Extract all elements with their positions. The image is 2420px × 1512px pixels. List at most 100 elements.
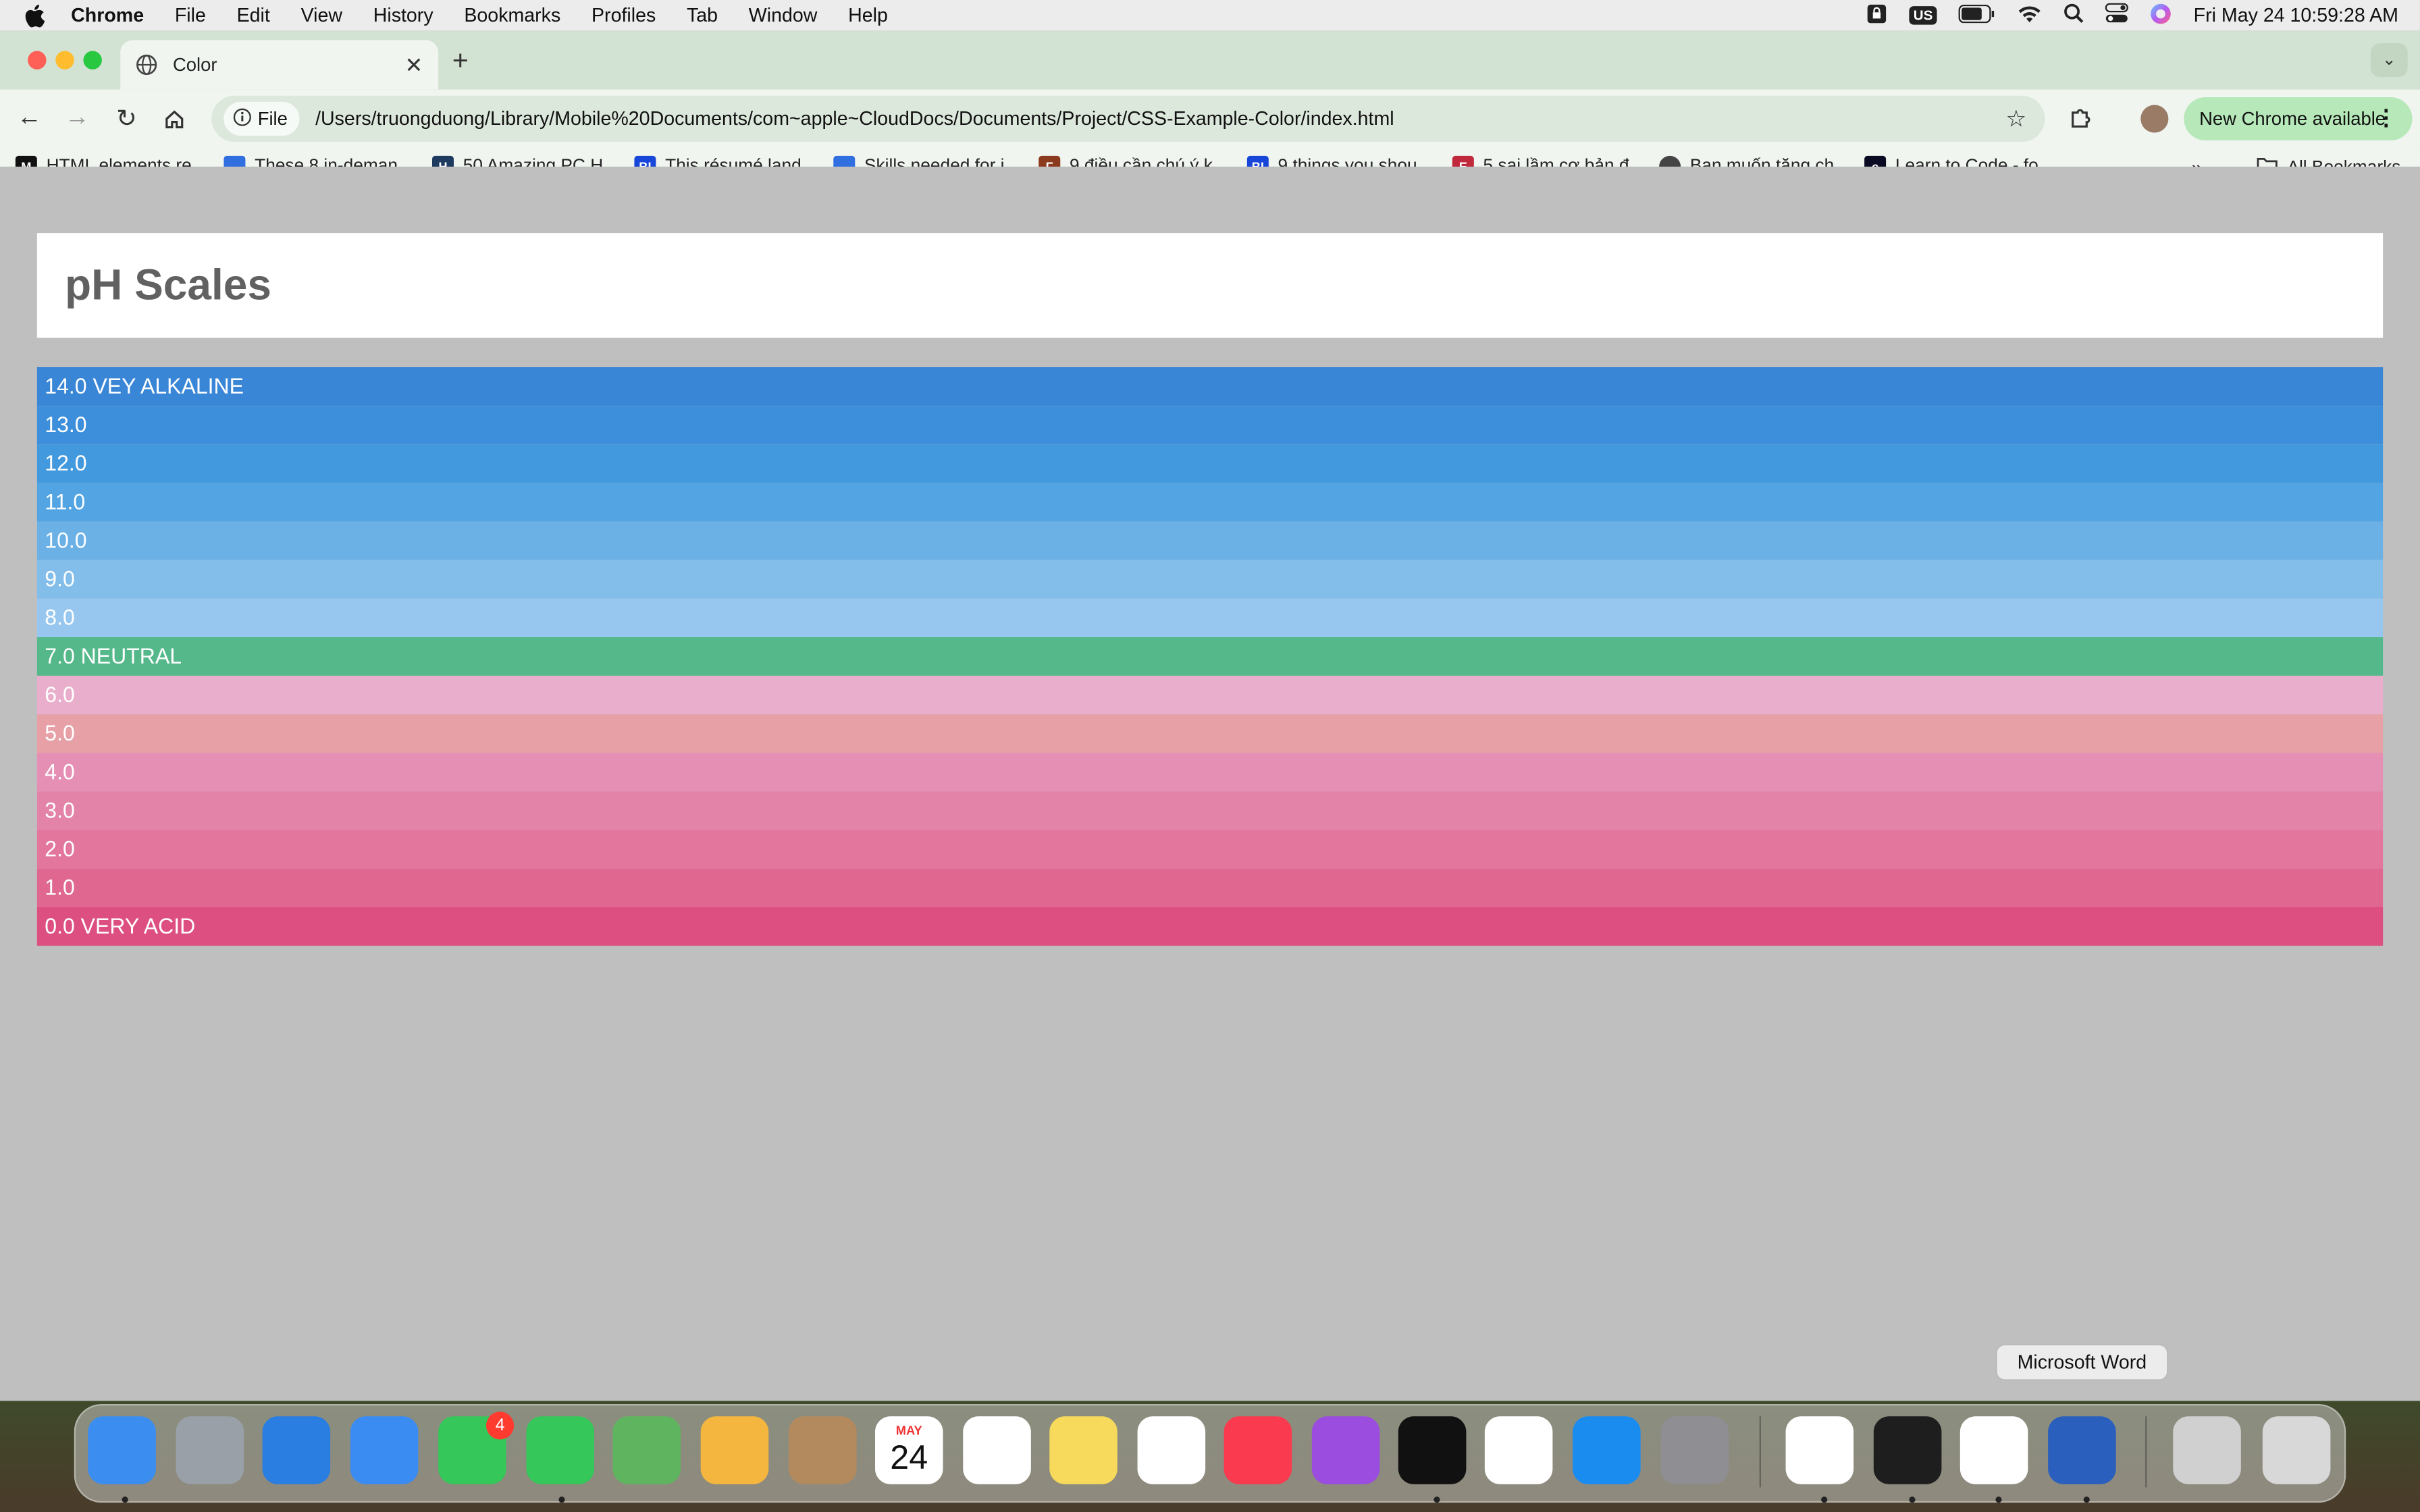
close-window-button[interactable]: [28, 51, 47, 70]
input-source-badge[interactable]: US: [1908, 6, 1938, 25]
news-icon[interactable]: [1484, 1416, 1553, 1484]
ph-row: 6.0: [36, 676, 2384, 715]
menu-view[interactable]: View: [301, 5, 342, 26]
address-bar[interactable]: File /Users/truongduong/Library/Mobile%2…: [211, 95, 2045, 142]
notes-icon[interactable]: [1049, 1416, 1117, 1484]
ph-scale-list: 14.0 VEY ALKALINE 13.0 12.0 11.0 10.0 9.0 8.0 7…: [36, 367, 2384, 946]
screen: Chrome File Edit View History Bookmarks …: [0, 0, 2420, 1512]
running-indicator: [1995, 1496, 2002, 1503]
appletv-icon[interactable]: [1398, 1416, 1467, 1484]
terminal-icon[interactable]: [1873, 1416, 1942, 1484]
calendar-day: 24: [890, 1438, 928, 1477]
trash-icon[interactable]: [2262, 1416, 2331, 1484]
web-page: pH Scales 14.0 VEY ALKALINE 13.0 12.0 11.0 1…: [0, 166, 2420, 1401]
new-chrome-available-button[interactable]: New Chrome available ⋮: [2184, 97, 2413, 140]
close-tab-icon[interactable]: ✕: [404, 53, 423, 79]
extensions-puzzle-icon[interactable]: [2068, 107, 2093, 132]
globe-icon: [136, 54, 157, 76]
podcasts-icon[interactable]: [1311, 1416, 1380, 1484]
apple-menu-icon[interactable]: [25, 3, 53, 27]
running-indicator: [1909, 1496, 1916, 1503]
reminders-icon[interactable]: [963, 1416, 1031, 1484]
new-tab-button[interactable]: +: [452, 45, 469, 77]
wifi-icon[interactable]: [2018, 4, 2043, 27]
menubar-clock[interactable]: Fri May 24 10:59:28 AM: [2194, 5, 2398, 26]
tab-title: Color: [172, 53, 217, 76]
ph-row: 8.0: [36, 598, 2384, 637]
profile-avatar[interactable]: [2140, 105, 2169, 133]
launchpad-icon[interactable]: [176, 1416, 244, 1484]
page-title: pH Scales: [64, 261, 271, 309]
dock-separator: [2145, 1416, 2147, 1488]
menu-bookmarks[interactable]: Bookmarks: [464, 5, 560, 26]
browser-toolbar: ← → ↻ File /Users/truongduong/Library/Mo…: [0, 89, 2420, 148]
control-center-icon[interactable]: [2105, 3, 2129, 28]
spotlight-search-icon[interactable]: [2064, 3, 2084, 28]
photos-icon[interactable]: [700, 1416, 769, 1484]
zoom-window-button[interactable]: [83, 51, 102, 70]
menu-file[interactable]: File: [175, 5, 206, 26]
lock-icon[interactable]: [1866, 2, 1887, 28]
menu-history[interactable]: History: [373, 5, 433, 26]
running-indicator: [1433, 1496, 1440, 1503]
ph-row: 3.0: [36, 791, 2384, 830]
contacts-icon[interactable]: [788, 1416, 857, 1484]
menu-profiles[interactable]: Profiles: [591, 5, 656, 26]
tab-strip: Color ✕ + ⌄: [0, 30, 2420, 90]
ph-row: 2.0: [36, 830, 2384, 869]
forward-arrow-icon[interactable]: →: [63, 105, 91, 132]
calendar-icon[interactable]: MAY 24: [874, 1416, 943, 1484]
freeform-icon[interactable]: [1137, 1416, 1206, 1484]
word-icon[interactable]: [2048, 1416, 2116, 1484]
info-icon: [233, 107, 251, 130]
back-arrow-icon[interactable]: ←: [16, 105, 43, 132]
ph-row: 9.0: [36, 560, 2384, 599]
menu-window[interactable]: Window: [749, 5, 818, 26]
tab-color[interactable]: Color ✕: [120, 40, 439, 90]
menu-app-name[interactable]: Chrome: [71, 5, 144, 26]
vscode-icon[interactable]: [1959, 1416, 2028, 1484]
reload-icon[interactable]: ↻: [113, 105, 140, 133]
siri-icon[interactable]: [2151, 2, 2172, 28]
site-chip-label: File: [257, 107, 288, 130]
ph-row: 1.0: [36, 868, 2384, 907]
running-indicator: [122, 1496, 128, 1503]
ph-row: 10.0: [36, 521, 2384, 560]
menu-help[interactable]: Help: [848, 5, 888, 26]
music-icon[interactable]: [1224, 1416, 1292, 1484]
ph-row: 14.0 VEY ALKALINE: [36, 367, 2384, 406]
update-label: New Chrome available: [2199, 107, 2386, 130]
more-options-icon[interactable]: ⋮: [2375, 105, 2397, 131]
menu-status-area: US Fri May 24 10:59:28 AM: [1866, 0, 2398, 31]
calendar-month: MAY: [895, 1424, 922, 1438]
maps-icon[interactable]: [612, 1416, 681, 1484]
ph-row: 13.0: [36, 406, 2384, 445]
ph-row: 12.0: [36, 444, 2384, 483]
bookmark-star-icon[interactable]: ☆: [2005, 105, 2026, 133]
ph-row: 5.0: [36, 714, 2384, 753]
dock-tooltip: Microsoft Word: [1995, 1343, 2169, 1381]
url-text[interactable]: /Users/truongduong/Library/Mobile%20Docu…: [315, 108, 1394, 130]
chrome-icon[interactable]: [1785, 1416, 1854, 1484]
settings-icon[interactable]: [1660, 1416, 1729, 1484]
finder-icon[interactable]: [88, 1416, 156, 1484]
ph-row: 0.0 VERY ACID: [36, 907, 2384, 946]
mail-icon[interactable]: [350, 1416, 419, 1484]
battery-icon[interactable]: [1959, 3, 1996, 27]
dock-separator: [1759, 1416, 1761, 1488]
tab-search-chevron-icon[interactable]: ⌄: [2370, 43, 2408, 78]
safari-icon[interactable]: [262, 1416, 331, 1484]
menu-tab[interactable]: Tab: [687, 5, 718, 26]
home-icon[interactable]: [161, 105, 188, 132]
menu-edit[interactable]: Edit: [237, 5, 270, 26]
ph-row: 7.0 NEUTRAL: [36, 637, 2384, 676]
ph-row: 4.0: [36, 753, 2384, 792]
macos-menu-bar: Chrome File Edit View History Bookmarks …: [0, 0, 2420, 31]
page-header: pH Scales: [36, 233, 2384, 338]
minimize-window-button[interactable]: [55, 51, 74, 70]
site-info-chip[interactable]: File: [223, 101, 300, 136]
messages-icon[interactable]: [526, 1416, 594, 1484]
appstore-icon[interactable]: [1573, 1416, 1641, 1484]
downloads-stack-icon[interactable]: [2173, 1416, 2241, 1484]
running-indicator: [558, 1496, 565, 1503]
